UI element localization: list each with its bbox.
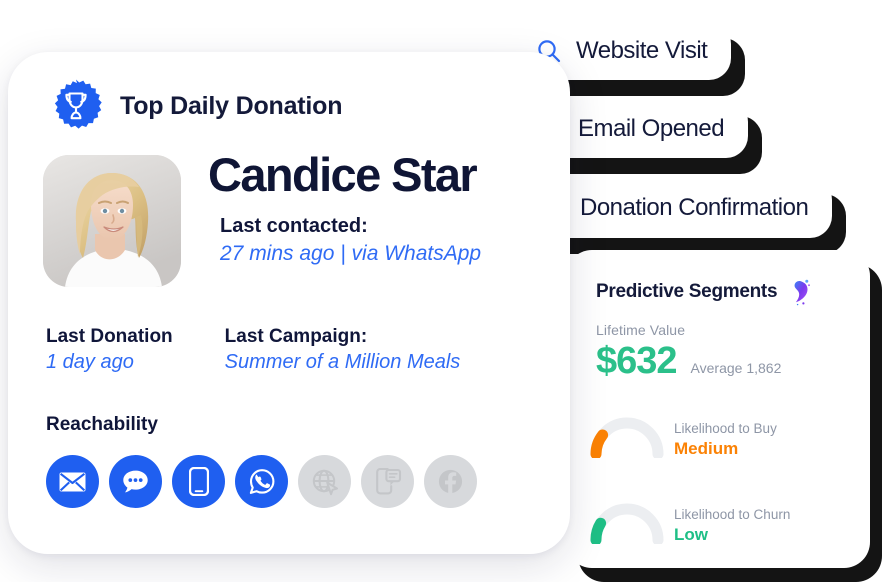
event-pill-label: Email Opened [578, 115, 725, 142]
last-campaign-value: Summer of a Million Meals [224, 351, 461, 374]
gauge-arc-icon [588, 498, 666, 544]
reachability-channel-email[interactable] [46, 455, 99, 508]
gauge-likelihood-to-churn: Likelihood to Churn Low [588, 498, 790, 545]
lifetime-value-label: Lifetime Value [596, 322, 686, 338]
lifetime-value-average: Average 1,862 [690, 360, 782, 376]
screenshot-root: Website Visit Email Opened Donation Conf… [0, 0, 882, 582]
predictive-segments-card: Predictive Segments Lifetime Value $632 … [566, 250, 870, 568]
reachability-channel-facebook[interactable] [424, 455, 477, 508]
gauge-label: Likelihood to Buy [674, 421, 777, 436]
last-donation-value: 1 day ago [46, 351, 134, 374]
reachability-title: Reachability [46, 414, 158, 435]
event-pill-label: Donation Confirmation [580, 194, 809, 221]
envelope-icon [59, 472, 86, 492]
reachability-channel-web-push[interactable] [298, 455, 351, 508]
phone-message-icon [374, 468, 402, 495]
identity-block: Candice Star Last contacted: 27 mins ago… [208, 150, 548, 267]
gauge-value: Medium [674, 439, 739, 458]
last-contacted-value: 27 mins ago | via WhatsApp [220, 241, 482, 265]
lifetime-value-amount: $632 [596, 340, 678, 382]
reachability-channel-whatsapp[interactable] [235, 455, 288, 508]
reachability-channel-sms[interactable] [109, 455, 162, 508]
last-contacted-block: Last contacted: 27 mins ago | via WhatsA… [208, 213, 548, 267]
event-pill-label: Website Visit [576, 37, 708, 64]
reachability-channel-mobile-push[interactable] [172, 455, 225, 508]
last-campaign-label: Last Campaign: [224, 326, 368, 347]
last-donation-block: Last Donation 1 day ago [46, 324, 173, 375]
meta-row: Last Donation 1 day ago Last Campaign: S… [46, 324, 460, 375]
last-donation-label: Last Donation [46, 326, 173, 347]
reachability-channel-in-app[interactable] [361, 455, 414, 508]
mobile-phone-icon [188, 467, 209, 496]
whatsapp-icon [248, 468, 276, 496]
lifetime-value-block: Lifetime Value $632 Average 1,862 [596, 322, 781, 380]
gauge-value: Low [674, 525, 708, 544]
gauge-likelihood-to-buy: Likelihood to Buy Medium [588, 412, 777, 459]
badge-title: Top Daily Donation [120, 91, 343, 120]
globe-cursor-icon [311, 468, 339, 496]
avatar [43, 155, 181, 287]
trophy-badge-icon [48, 78, 104, 134]
last-campaign-block: Last Campaign: Summer of a Million Meals [225, 324, 461, 375]
segments-header: Predictive Segments [596, 278, 811, 306]
reachability-icons [46, 455, 477, 508]
segments-title: Predictive Segments [596, 281, 778, 302]
facebook-icon [437, 468, 464, 495]
gauge-arc-icon [588, 412, 666, 458]
top-daily-donation-badge-row: Top Daily Donation [48, 78, 343, 134]
brand-spark-icon [787, 278, 811, 306]
last-contacted-label: Last contacted: [220, 215, 368, 238]
gauge-label: Likelihood to Churn [674, 507, 791, 522]
chat-bubble-icon [122, 469, 149, 494]
person-name: Candice Star [208, 148, 478, 201]
profile-card: Top Daily Donation Candice Star Last con… [8, 52, 570, 554]
